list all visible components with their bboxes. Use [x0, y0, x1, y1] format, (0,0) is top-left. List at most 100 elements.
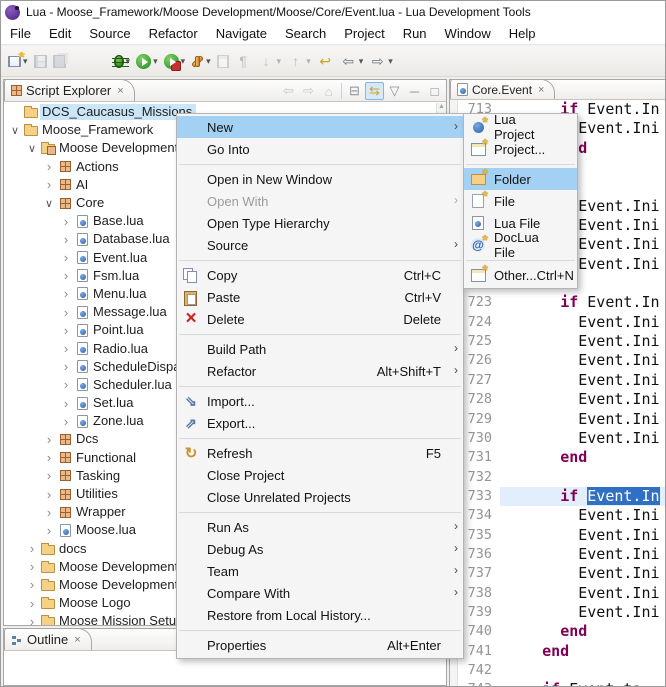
context-menu-item-team[interactable]: Team›	[177, 560, 463, 582]
collapse-all-icon[interactable]: ⊟	[345, 82, 364, 100]
tab-script-explorer[interactable]: Script Explorer ×	[4, 79, 135, 101]
context-menu-item-source[interactable]: Source›	[177, 234, 463, 256]
new-submenu-item-project[interactable]: Project...	[464, 138, 577, 160]
twisty-icon[interactable]	[59, 286, 73, 301]
menubar-item-source[interactable]: Source	[80, 24, 139, 43]
twisty-icon[interactable]	[42, 450, 56, 465]
minimize-icon[interactable]: ─	[405, 82, 424, 100]
context-menu-item-build-path[interactable]: Build Path›	[177, 338, 463, 360]
close-icon[interactable]: ×	[538, 84, 544, 96]
forward-button[interactable]: ⇨▾	[367, 49, 395, 73]
twisty-icon[interactable]	[59, 377, 73, 392]
tab-outline[interactable]: Outline ×	[4, 628, 92, 650]
context-menu-item-properties[interactable]: PropertiesAlt+Enter	[177, 634, 463, 656]
new-submenu-item-doclua-file[interactable]: DocLua File	[464, 234, 577, 256]
external-tools-button[interactable]: ▾	[189, 49, 213, 73]
twisty-icon[interactable]	[8, 124, 22, 137]
context-menu-item-delete[interactable]: DeleteDelete	[177, 308, 463, 330]
twisty-icon[interactable]	[59, 250, 73, 265]
twisty-icon[interactable]	[25, 577, 39, 592]
twisty-icon[interactable]	[42, 487, 56, 502]
context-menu-item-close-project[interactable]: Close Project	[177, 464, 463, 486]
link-with-editor-icon[interactable]: ⇆	[365, 82, 384, 100]
forward-icon[interactable]: ⇨	[299, 82, 318, 100]
twisty-icon[interactable]	[42, 197, 56, 210]
back-icon[interactable]: ⇦	[279, 82, 298, 100]
maximize-icon[interactable]: □	[425, 82, 444, 100]
run-button[interactable]: ▾	[134, 49, 160, 73]
dropdown-caret-icon[interactable]: ▾	[206, 56, 211, 67]
context-menu-item-import[interactable]: Import...	[177, 390, 463, 412]
code-line: 735 Event.Ini	[450, 526, 665, 545]
twisty-icon[interactable]	[59, 359, 73, 374]
menubar-item-file[interactable]: File	[1, 24, 40, 43]
menubar-item-window[interactable]: Window	[436, 24, 500, 43]
context-menu-item-open-in-new-window[interactable]: Open in New Window	[177, 168, 463, 190]
tree-item-label: Set.lua	[91, 395, 137, 411]
twisty-icon[interactable]	[42, 159, 56, 174]
pilcrow-icon: ¶	[235, 53, 252, 70]
twisty-icon[interactable]	[59, 232, 73, 247]
run-coverage-button[interactable]: ▾	[162, 49, 188, 73]
twisty-icon[interactable]	[25, 614, 39, 625]
twisty-icon[interactable]	[25, 596, 39, 611]
dropdown-caret-icon[interactable]: ▾	[181, 56, 186, 67]
back-button[interactable]: ⇦▾	[338, 49, 366, 73]
menubar-item-refactor[interactable]: Refactor	[140, 24, 207, 43]
twisty-icon[interactable]	[42, 177, 56, 192]
context-menu-item-restore-from-local-history[interactable]: Restore from Local History...	[177, 604, 463, 626]
context-menu-item-open-type-hierarchy[interactable]: Open Type Hierarchy	[177, 212, 463, 234]
context-menu-item-debug-as[interactable]: Debug As›	[177, 538, 463, 560]
twisty-icon[interactable]	[59, 268, 73, 283]
twisty-icon[interactable]	[25, 559, 39, 574]
tab-core-event[interactable]: Core.Event ×	[450, 79, 555, 99]
new-wizard-button[interactable]: ▾	[6, 49, 30, 73]
go-home-icon[interactable]: ⌂	[319, 82, 338, 100]
twisty-icon[interactable]	[59, 414, 73, 429]
twisty-icon[interactable]	[42, 505, 56, 520]
context-menu-item-paste[interactable]: PasteCtrl+V	[177, 286, 463, 308]
menu-item-label: Open Type Hierarchy	[207, 216, 330, 231]
context-menu-item-refactor[interactable]: RefactorAlt+Shift+T›	[177, 360, 463, 382]
debug-button[interactable]: ▾	[112, 49, 133, 73]
new-submenu-item-folder[interactable]: Folder	[464, 168, 577, 190]
twisty-icon[interactable]	[59, 323, 73, 338]
context-menu-item-refresh[interactable]: RefreshF5	[177, 442, 463, 464]
twisty-icon[interactable]	[59, 396, 73, 411]
dropdown-caret-icon[interactable]: ▾	[359, 56, 364, 67]
close-icon[interactable]: ×	[74, 634, 80, 646]
new-submenu-item-lua-project[interactable]: Lua Project	[464, 116, 577, 138]
twisty-icon[interactable]	[42, 432, 56, 447]
menubar-item-navigate[interactable]: Navigate	[207, 24, 276, 43]
close-icon[interactable]: ×	[117, 85, 123, 97]
menu-item-label: Source	[207, 238, 248, 253]
twisty-icon[interactable]	[59, 305, 73, 320]
menubar-item-help[interactable]: Help	[500, 24, 545, 43]
context-menu-item-run-as[interactable]: Run As›	[177, 516, 463, 538]
view-menu-icon[interactable]: ▽	[385, 82, 404, 100]
twisty-icon[interactable]	[42, 468, 56, 483]
twisty-icon[interactable]	[42, 523, 56, 538]
menubar-item-edit[interactable]: Edit	[40, 24, 80, 43]
twisty-icon[interactable]	[25, 142, 39, 155]
new-submenu-item-file[interactable]: File	[464, 190, 577, 212]
new-submenu-item-other[interactable]: Other...Ctrl+N	[464, 264, 577, 286]
menu-item-label: Refresh	[207, 446, 253, 461]
twisty-icon[interactable]	[25, 541, 39, 556]
last-edit-location-button[interactable]: ↩	[315, 49, 336, 73]
dropdown-caret-icon[interactable]: ▾	[306, 56, 311, 67]
dropdown-caret-icon[interactable]: ▾	[277, 56, 282, 67]
context-menu-item-close-unrelated-projects[interactable]: Close Unrelated Projects	[177, 486, 463, 508]
context-menu-item-go-into[interactable]: Go Into	[177, 138, 463, 160]
menubar-item-run[interactable]: Run	[394, 24, 436, 43]
menubar-item-search[interactable]: Search	[276, 24, 335, 43]
twisty-icon[interactable]	[59, 341, 73, 356]
context-menu-item-compare-with[interactable]: Compare With›	[177, 582, 463, 604]
twisty-icon[interactable]	[59, 214, 73, 229]
menubar-item-project[interactable]: Project	[335, 24, 393, 43]
context-menu-item-new[interactable]: New›	[177, 116, 463, 138]
dropdown-caret-icon[interactable]: ▾	[153, 56, 158, 67]
context-menu-item-export[interactable]: Export...	[177, 412, 463, 434]
dropdown-caret-icon[interactable]: ▾	[388, 56, 393, 67]
context-menu-item-copy[interactable]: CopyCtrl+C	[177, 264, 463, 286]
